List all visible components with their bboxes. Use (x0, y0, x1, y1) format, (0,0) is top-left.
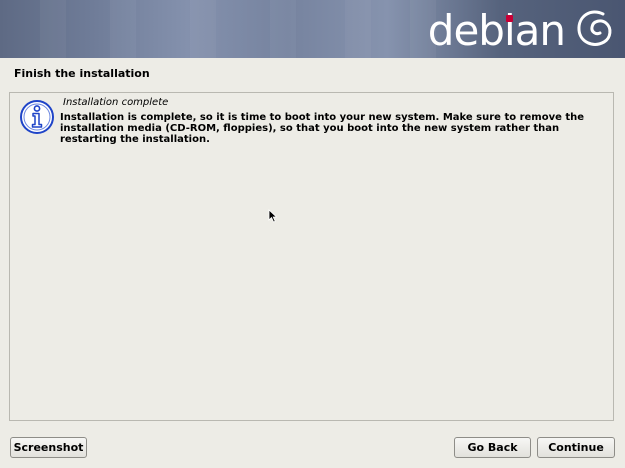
go-back-button[interactable]: Go Back (454, 437, 531, 458)
debian-banner: debian (0, 0, 625, 58)
continue-button[interactable]: Continue (537, 437, 615, 458)
banner-stripe (40, 0, 66, 58)
logo-text-part: an (514, 6, 566, 55)
debian-swirl-icon (577, 10, 612, 46)
screenshot-button[interactable]: Screenshot (10, 437, 87, 458)
page-title: Finish the installation (14, 67, 150, 80)
message-panel: Installation complete Installation is co… (9, 92, 614, 421)
mouse-pointer-icon (268, 209, 278, 223)
banner-stripe (190, 0, 216, 58)
debian-logo-text: debian (427, 2, 566, 58)
message-title: Installation complete (63, 97, 169, 108)
banner-stripe (345, 0, 371, 58)
banner-stripe (110, 0, 136, 58)
message-body: Installation is complete, so it is time … (60, 112, 585, 145)
info-icon (20, 100, 54, 134)
logo-text-part: deb (427, 6, 505, 55)
logo-text-i: i (503, 6, 516, 55)
banner-stripe (270, 0, 296, 58)
